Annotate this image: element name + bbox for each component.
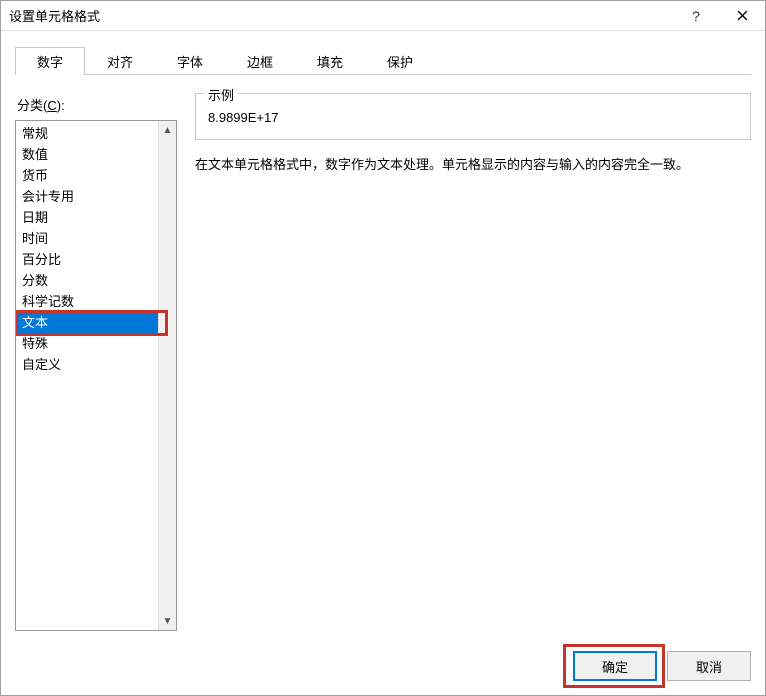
category-listbox[interactable]: 常规数值货币会计专用日期时间百分比分数科学记数文本特殊自定义 ▲ ▼: [15, 120, 177, 631]
dialog-body: 数字 对齐 字体 边框 填充 保护 分类(C): 常规数值货币会计专用日期时间百分比分数科…: [1, 31, 765, 695]
list-item[interactable]: 特殊: [16, 333, 158, 354]
list-item[interactable]: 货币: [16, 165, 158, 186]
scroll-down-icon[interactable]: ▼: [159, 612, 176, 630]
window-title: 设置单元格格式: [9, 6, 673, 25]
scroll-up-icon[interactable]: ▲: [159, 121, 176, 139]
ok-button[interactable]: 确定: [573, 651, 657, 681]
list-item[interactable]: 会计专用: [16, 186, 158, 207]
tab-4[interactable]: 填充: [295, 47, 365, 75]
category-column: 分类(C): 常规数值货币会计专用日期时间百分比分数科学记数文本特殊自定义 ▲ …: [15, 91, 177, 631]
tab-strip: 数字 对齐 字体 边框 填充 保护: [15, 45, 751, 75]
example-groupbox: 示例 8.9899E+17: [195, 93, 751, 140]
ok-button-label: 确定: [602, 657, 628, 676]
category-label-suffix: ):: [57, 98, 65, 113]
listbox-scrollbar[interactable]: ▲ ▼: [158, 121, 176, 630]
help-button[interactable]: ?: [673, 1, 719, 31]
tab-label: 数字: [37, 52, 63, 71]
cancel-button[interactable]: 取消: [667, 651, 751, 681]
close-button[interactable]: [719, 1, 765, 31]
tab-2[interactable]: 字体: [155, 47, 225, 75]
scroll-track[interactable]: [159, 139, 176, 612]
list-item[interactable]: 数值: [16, 144, 158, 165]
category-list: 常规数值货币会计专用日期时间百分比分数科学记数文本特殊自定义: [16, 121, 158, 630]
tab-label: 字体: [177, 52, 203, 71]
tab-0[interactable]: 数字: [15, 47, 85, 75]
tab-3[interactable]: 边框: [225, 47, 295, 75]
category-label-prefix: 分类(: [17, 98, 47, 113]
format-description: 在文本单元格格式中，数字作为文本处理。单元格显示的内容与输入的内容完全一致。: [195, 154, 751, 176]
list-item[interactable]: 常规: [16, 123, 158, 144]
tab-label: 填充: [317, 52, 343, 71]
tab-label: 对齐: [107, 52, 133, 71]
tab-label: 保护: [387, 52, 413, 71]
list-item[interactable]: 时间: [16, 228, 158, 249]
example-legend: 示例: [204, 85, 238, 104]
tab-label: 边框: [247, 52, 273, 71]
list-item[interactable]: 自定义: [16, 354, 158, 375]
list-item[interactable]: 分数: [16, 270, 158, 291]
detail-column: 示例 8.9899E+17 在文本单元格格式中，数字作为文本处理。单元格显示的内…: [195, 91, 751, 631]
category-label: 分类(C):: [17, 95, 177, 114]
list-item[interactable]: 日期: [16, 207, 158, 228]
tab-5[interactable]: 保护: [365, 47, 435, 75]
list-item[interactable]: 百分比: [16, 249, 158, 270]
tab-content-number: 分类(C): 常规数值货币会计专用日期时间百分比分数科学记数文本特殊自定义 ▲ …: [15, 91, 751, 631]
title-bar: 设置单元格格式 ?: [1, 1, 765, 31]
cancel-button-label: 取消: [696, 657, 722, 676]
category-label-hotkey: C: [47, 98, 56, 113]
tab-1[interactable]: 对齐: [85, 47, 155, 75]
help-icon: ?: [692, 8, 700, 24]
list-item[interactable]: 文本: [16, 312, 158, 333]
example-value: 8.9899E+17: [206, 100, 740, 125]
dialog-button-row: 确定 取消: [573, 651, 751, 681]
close-icon: [737, 10, 748, 21]
list-item[interactable]: 科学记数: [16, 291, 158, 312]
